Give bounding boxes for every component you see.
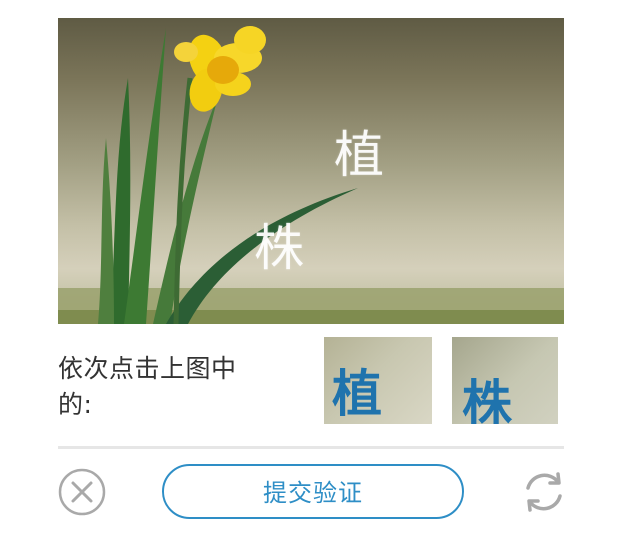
target-char: 植 — [332, 365, 382, 423]
flower-illustration — [58, 26, 564, 324]
target-character-2: 株 — [452, 337, 558, 424]
captcha-glyph: 植 — [334, 126, 384, 184]
captcha-image[interactable]: 植 株 — [58, 18, 564, 324]
divider — [58, 446, 564, 449]
close-button[interactable] — [58, 468, 106, 516]
target-char: 株 — [462, 375, 512, 424]
target-character-1: 植 — [324, 337, 432, 424]
refresh-icon — [526, 472, 562, 512]
captcha-glyph: 株 — [254, 219, 304, 277]
refresh-button[interactable] — [520, 468, 568, 516]
close-circle-icon — [58, 468, 106, 516]
captcha-panel: 植 株 依次点击上图中的: 植 株 提交验证 — [0, 0, 624, 534]
instruction-text: 依次点击上图中的: — [58, 354, 237, 419]
submit-verify-button[interactable]: 提交验证 — [162, 464, 464, 519]
